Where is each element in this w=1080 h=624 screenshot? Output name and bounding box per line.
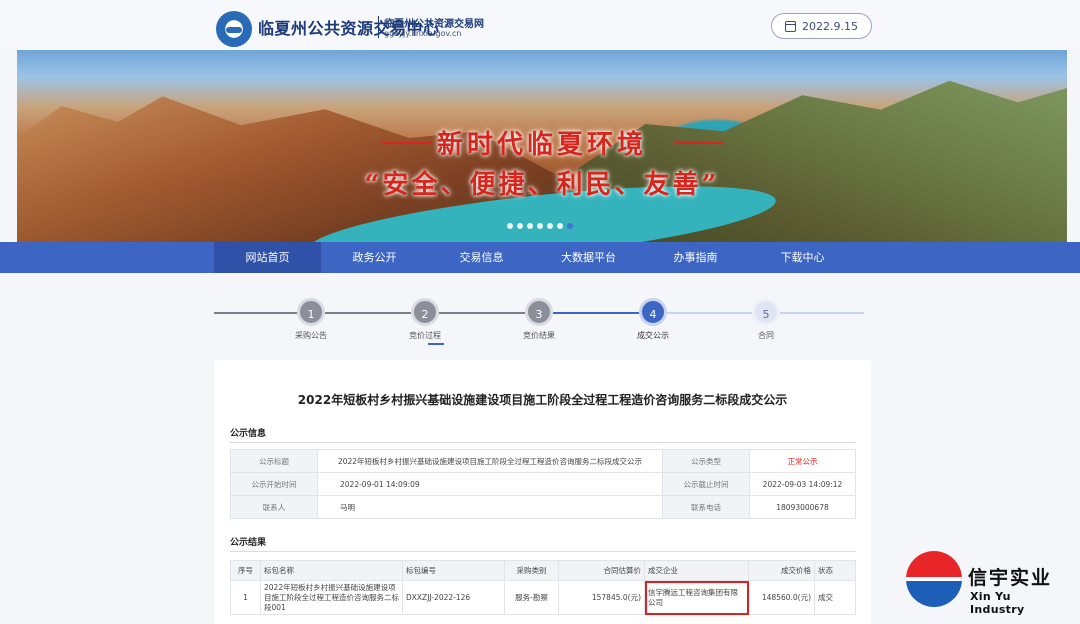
col-header: 合同估算价 — [558, 560, 645, 581]
watermark-globe-icon — [906, 551, 962, 607]
step-number: 1 — [297, 298, 325, 326]
step-number: 2 — [411, 298, 439, 326]
cell-deal-price: 148560.0(元) — [748, 580, 815, 615]
col-header: 序号 — [230, 560, 261, 581]
step-label: 竞价结果 — [523, 331, 555, 340]
step-2[interactable]: 2 竞价过程 — [395, 298, 455, 341]
nav-item[interactable]: 网站首页 — [214, 242, 321, 273]
site-logo-icon[interactable] — [216, 11, 252, 47]
info-value-type: 正常公示 — [749, 449, 856, 473]
info-key: 联系人 — [230, 495, 318, 519]
table-row: 1 2022年短板村乡村振兴基础设施建设项目施工阶段全过程工程造价咨询服务二标段… — [230, 580, 856, 615]
step-1[interactable]: 1 采购公告 — [281, 298, 341, 341]
header: 临夏州公共资源交易中心 临夏州公共资源交易网 ggzyjy.linxia.gov… — [0, 0, 1080, 50]
step-label: 合同 — [758, 331, 774, 340]
step-label: 成交公示 — [637, 331, 669, 340]
hero-banner[interactable]: 新时代临夏环境 “安全、便捷、利民、友善” — [17, 50, 1067, 242]
nav-item[interactable]: 下载中心 — [749, 242, 856, 273]
main-nav: 网站首页 政务公开 交易信息 大数据平台 办事指南 下载中心 — [0, 242, 1080, 273]
nav-item[interactable]: 办事指南 — [642, 242, 749, 273]
step-5[interactable]: 5 合同 — [736, 298, 796, 341]
watermark-cn: 信宇实业 — [968, 567, 1053, 589]
info-value: 马明 — [317, 495, 663, 519]
step-3[interactable]: 3 竞价结果 — [509, 298, 569, 341]
notice-panel: 2022年短板村乡村振兴基础设施建设项目施工阶段全过程工程造价咨询服务二标段成交… — [214, 360, 871, 624]
step-label: 竞价过程 — [409, 331, 441, 340]
progress-steps: 1 采购公告 2 竞价过程 3 竞价结果 4 成交公示 5 合同 — [214, 296, 864, 346]
cell-status: 成交 — [814, 580, 856, 615]
step-number: 5 — [752, 298, 780, 326]
info-value: 2022-09-03 14:09:12 — [749, 472, 856, 496]
info-row: 公示开始时间 2022-09-01 14:09:09 公示截止时间 2022-0… — [230, 472, 856, 496]
calendar-icon — [785, 20, 796, 32]
date-text: 2022.9.15 — [802, 19, 858, 33]
carousel-dot[interactable] — [557, 223, 563, 229]
step-number: 4 — [639, 298, 667, 326]
result-header-row: 序号 标包名称 标包编号 采购类别 合同估算价 成交企业 成交价格 状态 — [230, 560, 856, 581]
result-table: 序号 标包名称 标包编号 采购类别 合同估算价 成交企业 成交价格 状态 1 2… — [230, 560, 856, 615]
col-header: 成交企业 — [644, 560, 749, 581]
info-value: 2022年短板村乡村振兴基础设施建设项目施工阶段全过程工程造价咨询服务二标段成交… — [317, 449, 663, 473]
cell-winning-company: 信宇腾远工程咨询集团有限公司 — [644, 580, 749, 615]
watermark-logo: 信宇实业 Xin Yu Industry — [906, 549, 1066, 616]
banner-slogan-sub: “安全、便捷、利民、友善” — [364, 170, 720, 200]
watermark-en: Xin Yu Industry — [970, 590, 1025, 616]
info-key: 公示标题 — [230, 449, 318, 473]
nav-item[interactable]: 交易信息 — [428, 242, 535, 273]
date-badge: 2022.9.15 — [771, 13, 872, 39]
cell-index: 1 — [230, 580, 261, 615]
page-title: 2022年短板村乡村振兴基础设施建设项目施工阶段全过程工程造价咨询服务二标段成交… — [297, 393, 788, 407]
cell-estimate: 157845.0(元) — [558, 580, 645, 615]
info-section-rule — [230, 442, 856, 443]
col-header: 标包编号 — [402, 560, 505, 581]
site-subname: 临夏州公共资源交易网 — [384, 19, 484, 30]
info-key: 公示开始时间 — [230, 472, 318, 496]
col-header: 采购类别 — [504, 560, 559, 581]
cell-category: 服务-勘察 — [504, 580, 559, 615]
info-section-title: 公示信息 — [230, 429, 267, 439]
info-key: 公示类型 — [662, 449, 750, 473]
cell-package-code: DXXZJJ-2022-126 — [402, 580, 505, 615]
info-key: 联系电话 — [662, 495, 750, 519]
carousel-dot[interactable] — [517, 223, 523, 229]
carousel-dots — [507, 223, 573, 229]
step-4[interactable]: 4 成交公示 — [623, 298, 683, 341]
carousel-dot[interactable] — [527, 223, 533, 229]
carousel-dot[interactable] — [567, 223, 573, 229]
header-divider — [378, 16, 379, 38]
site-url: ggzyjy.linxia.gov.cn — [384, 29, 462, 38]
result-section-title: 公示结果 — [230, 538, 267, 548]
info-table: 公示标题 2022年短板村乡村振兴基础设施建设项目施工阶段全过程工程造价咨询服务… — [230, 449, 856, 519]
cell-package-name[interactable]: 2022年短板村乡村振兴基础设施建设项目施工阶段全过程工程造价咨询服务二标段00… — [260, 580, 403, 615]
result-section-rule — [230, 551, 856, 552]
nav-item[interactable]: 政务公开 — [321, 242, 428, 273]
info-value: 2022-09-01 14:09:09 — [317, 472, 663, 496]
carousel-dot[interactable] — [547, 223, 553, 229]
info-key: 公示截止时间 — [662, 472, 750, 496]
info-row: 公示标题 2022年短板村乡村振兴基础设施建设项目施工阶段全过程工程造价咨询服务… — [230, 449, 856, 473]
step-label: 采购公告 — [295, 331, 327, 340]
carousel-dot[interactable] — [537, 223, 543, 229]
active-step-underline — [428, 343, 444, 345]
nav-item[interactable]: 大数据平台 — [535, 242, 642, 273]
banner-slogan-main: 新时代临夏环境 — [436, 130, 647, 160]
carousel-dot[interactable] — [507, 223, 513, 229]
info-row: 联系人 马明 联系电话 18093000678 — [230, 495, 856, 519]
col-header: 状态 — [814, 560, 856, 581]
info-value: 18093000678 — [749, 495, 856, 519]
col-header: 标包名称 — [260, 560, 403, 581]
col-header: 成交价格 — [748, 560, 815, 581]
step-number: 3 — [525, 298, 553, 326]
